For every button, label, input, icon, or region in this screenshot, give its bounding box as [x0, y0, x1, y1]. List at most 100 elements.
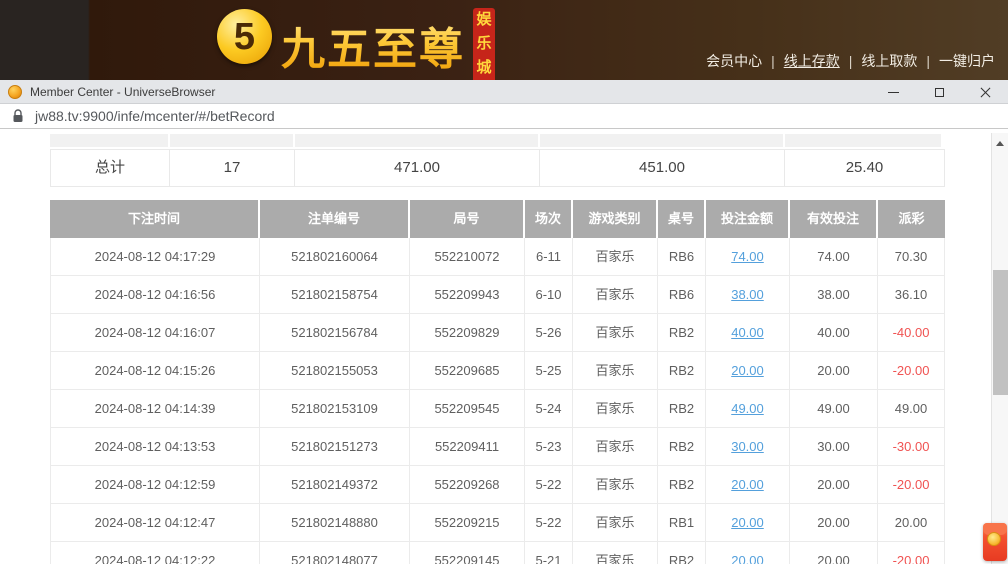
payout-cell: 36.10 — [878, 276, 945, 314]
minimize-button[interactable] — [870, 80, 916, 104]
bet-amount-link[interactable]: 20.00 — [706, 466, 790, 504]
column-header-5: 游戏类别 — [573, 200, 658, 238]
table-no-cell: RB1 — [658, 504, 706, 542]
bet-table-body: 2024-08-12 04:17:29521802160064552210072… — [50, 238, 945, 564]
bet-no-cell: 521802160064 — [260, 238, 410, 276]
game-type-cell: 百家乐 — [573, 276, 658, 314]
summary-bet-amount: 471.00 — [295, 149, 540, 187]
bet-amount-link[interactable]: 20.00 — [706, 542, 790, 564]
bet-time-cell: 2024-08-12 04:16:07 — [50, 314, 260, 352]
table-row: 2024-08-12 04:15:26521802155053552209685… — [50, 352, 945, 390]
game-type-cell: 百家乐 — [573, 542, 658, 564]
bet-amount-link[interactable]: 74.00 — [706, 238, 790, 276]
summary-count: 17 — [170, 149, 295, 187]
url-text: jw88.tv:9900/infe/mcenter/#/betRecord — [35, 108, 275, 124]
bet-amount-link[interactable]: 20.00 — [706, 352, 790, 390]
round-no-cell: 552209411 — [410, 428, 525, 466]
summary-label: 总计 — [50, 149, 170, 187]
table-row: 2024-08-12 04:14:39521802153109552209545… — [50, 390, 945, 428]
bet-no-cell: 521802148077 — [260, 542, 410, 564]
valid-bet-cell: 40.00 — [790, 314, 878, 352]
nav-separator: | — [926, 53, 930, 69]
session-cell: 5-22 — [525, 504, 573, 542]
bet-amount-link[interactable]: 38.00 — [706, 276, 790, 314]
bet-table-header: 下注时间注单编号局号场次游戏类别桌号投注金额有效投注派彩 — [50, 200, 945, 238]
game-type-cell: 百家乐 — [573, 428, 658, 466]
site-logo-title: 九五至尊 — [281, 13, 465, 77]
maximize-icon — [935, 88, 944, 97]
table-no-cell: RB2 — [658, 542, 706, 564]
nav-online-withdraw[interactable]: 线上取款 — [861, 51, 917, 71]
bet-no-cell: 521802148880 — [260, 504, 410, 542]
bet-no-cell: 521802156784 — [260, 314, 410, 352]
session-cell: 5-26 — [525, 314, 573, 352]
nav-member-center[interactable]: 会员中心 — [706, 51, 762, 71]
bet-amount-link[interactable]: 30.00 — [706, 428, 790, 466]
payout-cell: 49.00 — [878, 390, 945, 428]
bet-amount-link[interactable]: 49.00 — [706, 390, 790, 428]
close-icon — [980, 87, 991, 98]
round-no-cell: 552209268 — [410, 466, 525, 504]
game-type-cell: 百家乐 — [573, 504, 658, 542]
bet-no-cell: 521802155053 — [260, 352, 410, 390]
bet-time-cell: 2024-08-12 04:16:56 — [50, 276, 260, 314]
round-no-cell: 552209545 — [410, 390, 525, 428]
game-type-cell: 百家乐 — [573, 390, 658, 428]
bet-amount-link[interactable]: 20.00 — [706, 504, 790, 542]
clipped-cell — [295, 134, 538, 147]
close-button[interactable] — [962, 80, 1008, 104]
table-no-cell: RB2 — [658, 390, 706, 428]
ribbon-char: 娱 — [476, 8, 491, 32]
payout-cell: -20.00 — [878, 466, 945, 504]
clipped-summary-header-row — [50, 134, 943, 147]
session-cell: 5-21 — [525, 542, 573, 564]
red-envelope-button[interactable] — [983, 523, 1007, 561]
bet-time-cell: 2024-08-12 04:13:53 — [50, 428, 260, 466]
column-header-3: 局号 — [410, 200, 525, 238]
valid-bet-cell: 38.00 — [790, 276, 878, 314]
browser-app-icon — [8, 85, 22, 99]
nav-one-key-transfer[interactable]: 一键归户 — [939, 51, 995, 71]
bet-amount-link[interactable]: 40.00 — [706, 314, 790, 352]
window-controls — [870, 80, 1008, 104]
window-title: Member Center - UniverseBrowser — [30, 85, 215, 99]
nav-online-deposit[interactable]: 线上存款 — [784, 51, 840, 71]
bet-no-cell: 521802151273 — [260, 428, 410, 466]
scrollbar-thumb[interactable] — [993, 270, 1008, 395]
maximize-button[interactable] — [916, 80, 962, 104]
page-content: 总计 17 471.00 451.00 25.40 下注时间注单编号局号场次游戏… — [0, 129, 1008, 564]
column-header-2: 注单编号 — [260, 200, 410, 238]
nav-separator: | — [771, 53, 775, 69]
scrollbar-up-icon[interactable] — [992, 136, 1008, 150]
bet-no-cell: 521802149372 — [260, 466, 410, 504]
site-banner: 5 九五至尊 娱 乐 城 会员中心 | 线上存款 | 线上取款 | 一键归户 — [0, 0, 1008, 80]
clipped-cell — [170, 134, 293, 147]
game-type-cell: 百家乐 — [573, 352, 658, 390]
table-no-cell: RB6 — [658, 276, 706, 314]
column-header-7: 投注金额 — [706, 200, 790, 238]
browser-window: 5 九五至尊 娱 乐 城 会员中心 | 线上存款 | 线上取款 | 一键归户 M… — [0, 0, 1008, 564]
logo-5-icon: 5 — [217, 9, 272, 64]
table-no-cell: RB2 — [658, 428, 706, 466]
round-no-cell: 552209215 — [410, 504, 525, 542]
vertical-scrollbar[interactable] — [991, 133, 1008, 564]
bet-time-cell: 2024-08-12 04:12:59 — [50, 466, 260, 504]
table-no-cell: RB2 — [658, 314, 706, 352]
url-bar[interactable]: jw88.tv:9900/infe/mcenter/#/betRecord — [0, 104, 1008, 129]
valid-bet-cell: 20.00 — [790, 352, 878, 390]
bet-no-cell: 521802153109 — [260, 390, 410, 428]
ribbon-char: 乐 — [476, 32, 491, 56]
bet-time-cell: 2024-08-12 04:12:47 — [50, 504, 260, 542]
game-type-cell: 百家乐 — [573, 238, 658, 276]
minimize-icon — [888, 92, 899, 93]
payout-cell: -30.00 — [878, 428, 945, 466]
session-cell: 5-25 — [525, 352, 573, 390]
valid-bet-cell: 20.00 — [790, 542, 878, 564]
round-no-cell: 552209829 — [410, 314, 525, 352]
bet-time-cell: 2024-08-12 04:12:22 — [50, 542, 260, 564]
logo-ribbon: 娱 乐 城 — [473, 8, 495, 80]
session-cell: 5-22 — [525, 466, 573, 504]
session-cell: 6-10 — [525, 276, 573, 314]
clipped-cell — [785, 134, 941, 147]
bet-time-cell: 2024-08-12 04:14:39 — [50, 390, 260, 428]
